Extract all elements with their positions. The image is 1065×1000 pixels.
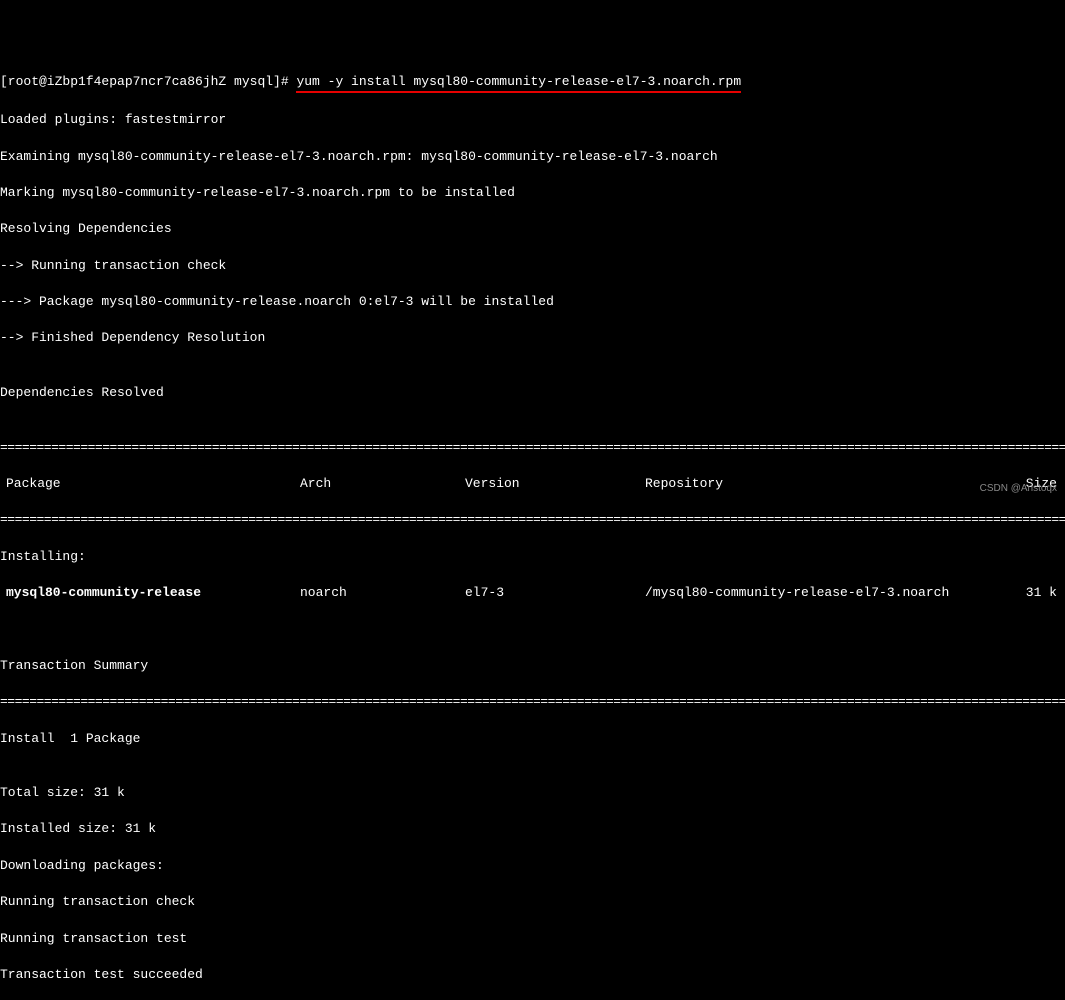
output-line: ---> Package mysql80-community-release.n… <box>0 293 1065 311</box>
separator-line: ========================================… <box>0 693 1065 711</box>
output-line: Total size: 31 k <box>0 784 1065 802</box>
output-line: Running transaction check <box>0 893 1065 911</box>
output-line: Resolving Dependencies <box>0 220 1065 238</box>
cell-repository: /mysql80-community-release-el7-3.noarch <box>645 584 1005 602</box>
output-line: Installed size: 31 k <box>0 820 1065 838</box>
cell-version: el7-3 <box>465 584 645 602</box>
output-line: Downloading packages: <box>0 857 1065 875</box>
output-line: Loaded plugins: fastestmirror <box>0 111 1065 129</box>
table-header: PackageArchVersionRepositorySize <box>0 475 1065 493</box>
output-line: Install 1 Package <box>0 730 1065 748</box>
prompt-line: [root@iZbp1f4epap7ncr7ca86jhZ mysql]# yu… <box>0 73 1065 93</box>
output-line: --> Running transaction check <box>0 257 1065 275</box>
output-line: Running transaction test <box>0 930 1065 948</box>
header-version: Version <box>465 475 645 493</box>
header-package: Package <box>0 475 300 493</box>
output-line: Dependencies Resolved <box>0 384 1065 402</box>
separator-line: ========================================… <box>0 439 1065 457</box>
watermark: CSDN @Aristoqx <box>980 482 1057 496</box>
command-text: yum -y install mysql80-community-release… <box>296 73 741 93</box>
separator-line: ========================================… <box>0 511 1065 529</box>
header-repository: Repository <box>645 475 1005 493</box>
output-line: Transaction test succeeded <box>0 966 1065 984</box>
header-arch: Arch <box>300 475 465 493</box>
cell-arch: noarch <box>300 584 465 602</box>
cell-package: mysql80-community-release <box>0 584 300 602</box>
table-row: mysql80-community-releasenoarchel7-3/mys… <box>0 584 1065 602</box>
summary-title: Transaction Summary <box>0 657 1065 675</box>
output-line: Examining mysql80-community-release-el7-… <box>0 148 1065 166</box>
output-line: Marking mysql80-community-release-el7-3.… <box>0 184 1065 202</box>
blank-line <box>0 620 1065 638</box>
cell-size: 31 k <box>1005 584 1065 602</box>
section-label: Installing: <box>0 548 1065 566</box>
shell-prompt: [root@iZbp1f4epap7ncr7ca86jhZ mysql]# <box>0 74 296 89</box>
output-line: --> Finished Dependency Resolution <box>0 329 1065 347</box>
